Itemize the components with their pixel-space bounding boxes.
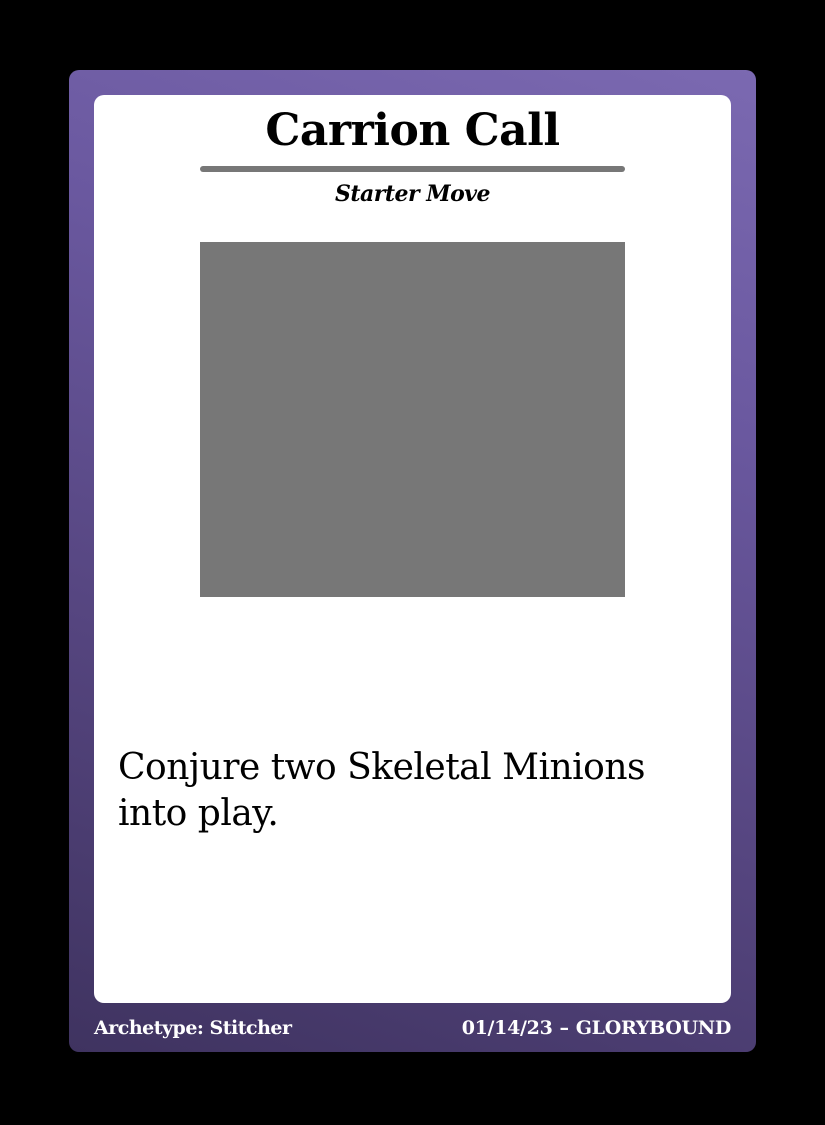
card-footer-right: 01/14/23– GLORYBOUND: [461, 1013, 732, 1043]
card-frame: Carrion Call Starter Move Conjure two Sk…: [69, 70, 756, 1052]
card-panel: Carrion Call Starter Move Conjure two Sk…: [94, 95, 731, 1003]
title-divider: [200, 166, 625, 172]
card-archetype: Archetype: Stitcher: [94, 1017, 292, 1039]
card-brand: GLORYBOUND: [575, 1017, 732, 1039]
card-date: 01/14/23: [461, 1017, 553, 1039]
card-art-placeholder: [200, 242, 625, 597]
card-title: Carrion Call: [265, 105, 560, 156]
card-rules-text: Conjure two Skeletal Minions into play.: [118, 747, 646, 834]
footer-separator: –: [559, 1017, 570, 1039]
card-subtitle: Starter Move: [334, 181, 491, 207]
